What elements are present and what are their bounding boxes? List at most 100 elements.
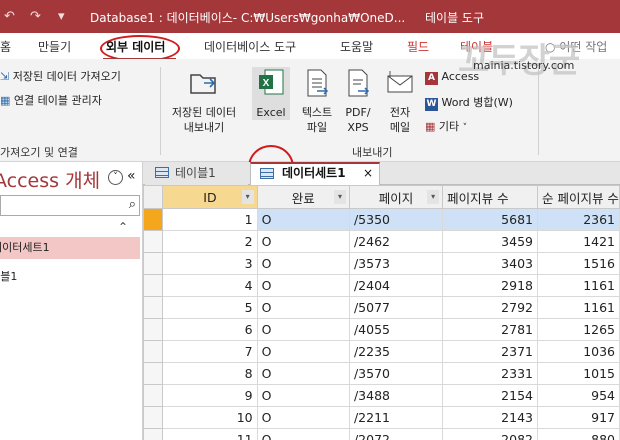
cell-page[interactable]: /3488: [348, 384, 444, 407]
record-selector[interactable]: [143, 296, 164, 319]
record-selector[interactable]: [143, 318, 164, 341]
cell-unique-pageviews[interactable]: 1161: [536, 274, 620, 297]
doc-tab-dataset1[interactable]: 데이터세트1 ×: [250, 162, 380, 185]
cell-page[interactable]: /2072: [348, 428, 444, 440]
nav-pane-title[interactable]: Access 개체: [0, 166, 100, 193]
cell-done[interactable]: O: [256, 406, 350, 429]
nav-search-input[interactable]: ⌕: [0, 195, 140, 216]
column-header-pageviews[interactable]: 페이지뷰 수: [442, 185, 538, 209]
tab-home[interactable]: 홈: [0, 38, 11, 55]
word-merge-button[interactable]: W Word 병합(W): [425, 94, 513, 111]
column-header-id[interactable]: ID ▾: [162, 185, 258, 209]
cell-id[interactable]: 6: [162, 318, 258, 341]
cell-id[interactable]: 9: [162, 384, 258, 407]
export-pdf-button[interactable]: PDF/ XPS: [339, 67, 377, 135]
column-filter-dropdown-icon[interactable]: ▾: [427, 190, 440, 204]
record-selector[interactable]: [143, 384, 164, 407]
record-selector[interactable]: [143, 340, 164, 363]
cell-unique-pageviews[interactable]: 880: [536, 428, 620, 440]
cell-unique-pageviews[interactable]: 2361: [536, 208, 620, 231]
saved-exports-button[interactable]: 저장된 데이터 내보내기: [165, 67, 243, 135]
tab-database-tools[interactable]: 데이터베이스 도구: [204, 38, 296, 55]
table-row[interactable]: 1 O/5350 5681 2361: [143, 208, 620, 231]
cell-unique-pageviews[interactable]: 917: [536, 406, 620, 429]
cell-done[interactable]: O: [256, 274, 350, 297]
column-header-page[interactable]: 페이지 ▾: [348, 185, 444, 209]
cell-id[interactable]: 8: [162, 362, 258, 385]
shutter-bar-close-icon[interactable]: «: [127, 168, 136, 184]
cell-id[interactable]: 10: [162, 406, 258, 429]
cell-pageviews[interactable]: 3403: [442, 252, 538, 275]
export-email-button[interactable]: 전자 메일: [381, 67, 419, 135]
cell-unique-pageviews[interactable]: 1421: [536, 230, 620, 253]
column-filter-dropdown-icon[interactable]: ▾: [333, 190, 346, 204]
tab-fields[interactable]: 필드: [407, 38, 429, 55]
record-selector[interactable]: [143, 274, 164, 297]
table-row[interactable]: 11 O/2072 2082 880: [143, 428, 620, 440]
column-header-unique-pageviews[interactable]: 순 페이지뷰 수: [536, 185, 620, 209]
cell-page[interactable]: /2235: [348, 340, 444, 363]
table-row[interactable]: 9 O/3488 2154 954: [143, 384, 620, 407]
cell-pageviews[interactable]: 2143: [442, 406, 538, 429]
cell-page[interactable]: /2462: [348, 230, 444, 253]
cell-done[interactable]: O: [256, 384, 350, 407]
cell-pageviews[interactable]: 2371: [442, 340, 538, 363]
record-selector[interactable]: [143, 362, 164, 385]
table-row[interactable]: 5 O/5077 2792 1161: [143, 296, 620, 319]
export-text-file-button[interactable]: 텍스트 파일: [297, 67, 337, 135]
cell-done[interactable]: O: [256, 230, 350, 253]
table-row[interactable]: 3 O/3573 3403 1516: [143, 252, 620, 275]
column-filter-dropdown-icon[interactable]: ▾: [241, 190, 254, 204]
table-row[interactable]: 4 O/2404 2918 1161: [143, 274, 620, 297]
cell-page[interactable]: /2211: [348, 406, 444, 429]
saved-imports-button[interactable]: ⇲ 저장된 데이터 가져오기: [0, 68, 121, 84]
qat-customize-icon[interactable]: ▾: [58, 9, 65, 24]
table-row[interactable]: 8 O/3570 2331 1015: [143, 362, 620, 385]
record-selector[interactable]: [143, 208, 164, 231]
export-excel-button[interactable]: X Excel: [252, 67, 290, 120]
cell-unique-pageviews[interactable]: 1036: [536, 340, 620, 363]
tab-create[interactable]: 만들기: [38, 38, 71, 55]
cell-pageviews[interactable]: 2082: [442, 428, 538, 440]
cell-id[interactable]: 11: [162, 428, 258, 440]
cell-id[interactable]: 4: [162, 274, 258, 297]
table-row[interactable]: 2 O/2462 3459 1421: [143, 230, 620, 253]
cell-done[interactable]: O: [256, 208, 350, 231]
cell-unique-pageviews[interactable]: 954: [536, 384, 620, 407]
cell-page[interactable]: /3570: [348, 362, 444, 385]
record-selector[interactable]: [143, 406, 164, 429]
table-row[interactable]: 7 O/2235 2371 1036: [143, 340, 620, 363]
cell-page[interactable]: /4055: [348, 318, 444, 341]
record-selector[interactable]: [143, 252, 164, 275]
linked-table-manager-button[interactable]: ▦ 연결 테이블 관리자: [0, 92, 102, 108]
cell-page[interactable]: /5077: [348, 296, 444, 319]
close-tab-icon[interactable]: ×: [363, 164, 373, 183]
nav-item-table1[interactable]: 테이블1: [0, 266, 140, 288]
cell-unique-pageviews[interactable]: 1015: [536, 362, 620, 385]
cell-done[interactable]: O: [256, 318, 350, 341]
doc-tab-table1[interactable]: 테이블1: [145, 162, 248, 185]
column-header-done[interactable]: 완료 ▾: [256, 185, 350, 209]
table-row[interactable]: 6 O/4055 2781 1265: [143, 318, 620, 341]
cell-id[interactable]: 1: [162, 208, 258, 231]
cell-pageviews[interactable]: 2154: [442, 384, 538, 407]
record-selector[interactable]: [143, 230, 164, 253]
cell-done[interactable]: O: [256, 340, 350, 363]
undo-icon[interactable]: ↶: [4, 9, 15, 24]
cell-id[interactable]: 7: [162, 340, 258, 363]
cell-pageviews[interactable]: 2781: [442, 318, 538, 341]
cell-page[interactable]: /3573: [348, 252, 444, 275]
table-row[interactable]: 10 O/2211 2143 917: [143, 406, 620, 429]
cell-done[interactable]: O: [256, 428, 350, 440]
cell-id[interactable]: 2: [162, 230, 258, 253]
select-all-corner[interactable]: [143, 185, 164, 209]
cell-done[interactable]: O: [256, 296, 350, 319]
cell-pageviews[interactable]: 2792: [442, 296, 538, 319]
collapse-group-icon[interactable]: ⌃: [118, 220, 128, 234]
cell-page[interactable]: /5350: [348, 208, 444, 231]
more-export-button[interactable]: ▦ 기타 ˅: [425, 118, 467, 134]
cell-pageviews[interactable]: 5681: [442, 208, 538, 231]
nav-item-dataset1[interactable]: 데이터세트1: [0, 237, 140, 259]
cell-done[interactable]: O: [256, 252, 350, 275]
nav-menu-chevron-icon[interactable]: ˅: [108, 170, 123, 185]
